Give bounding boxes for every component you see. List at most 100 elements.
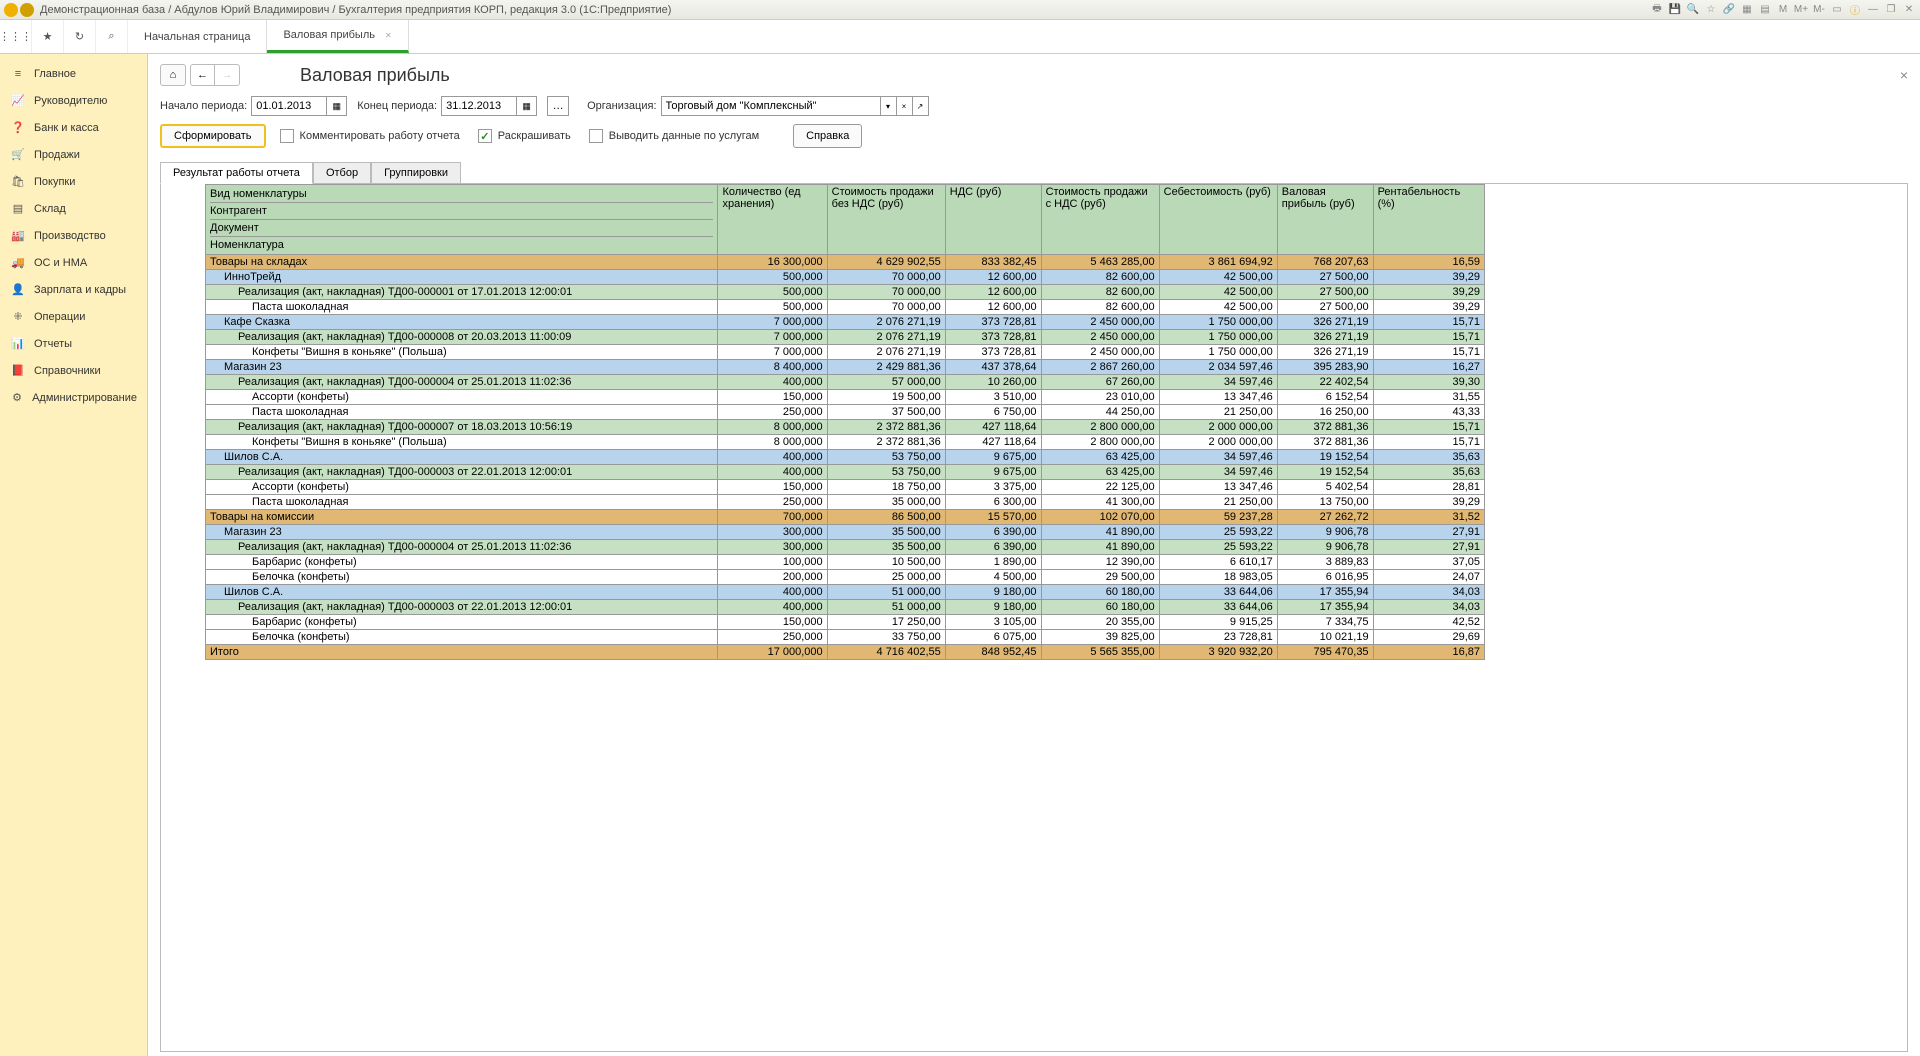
table-row[interactable]: Барбарис (конфеты)150,00017 250,003 105,… bbox=[206, 615, 1485, 630]
services-checkbox[interactable] bbox=[589, 129, 603, 143]
close-page-icon[interactable]: × bbox=[1900, 67, 1908, 83]
table-row[interactable]: Магазин 23300,00035 500,006 390,0041 890… bbox=[206, 525, 1485, 540]
page-title: Валовая прибыль bbox=[300, 65, 450, 86]
table-row[interactable]: Кафе Сказка7 000,0002 076 271,19373 728,… bbox=[206, 315, 1485, 330]
table-row[interactable]: Реализация (акт, накладная) ТД00-000004 … bbox=[206, 375, 1485, 390]
search-icon[interactable]: 🔍 bbox=[1686, 3, 1700, 17]
table-row[interactable]: Реализация (акт, накладная) ТД00-000004 … bbox=[206, 540, 1485, 555]
report-area[interactable]: Вид номенклатуры Контрагент Документ Ном… bbox=[160, 183, 1908, 1052]
table-row[interactable]: Конфеты "Вишня в коньяке" (Польша)8 000,… bbox=[206, 435, 1485, 450]
table-row[interactable]: Барбарис (конфеты)100,00010 500,001 890,… bbox=[206, 555, 1485, 570]
back-button[interactable]: ← bbox=[191, 65, 215, 85]
link-icon[interactable]: 🔗 bbox=[1722, 3, 1736, 17]
sidebar-item-hr[interactable]: 👤Зарплата и кадры bbox=[0, 276, 147, 303]
sidebar-item-sales[interactable]: 🛒Продажи bbox=[0, 141, 147, 168]
sidebar-item-reports[interactable]: 📊Отчеты bbox=[0, 330, 147, 357]
search-tab-icon[interactable]: ⌕ bbox=[96, 20, 128, 53]
table-row[interactable]: Паста шоколадная250,00037 500,006 750,00… bbox=[206, 405, 1485, 420]
hdr-val: Валовая прибыль (руб) bbox=[1277, 185, 1373, 255]
table-row[interactable]: Белочка (конфеты)200,00025 000,004 500,0… bbox=[206, 570, 1485, 585]
table-row[interactable]: Реализация (акт, накладная) ТД00-000003 … bbox=[206, 465, 1485, 480]
maximize-icon[interactable]: ❐ bbox=[1884, 3, 1898, 17]
sidebar: ≡Главное 📈Руководителю ❓Банк и касса 🛒Пр… bbox=[0, 54, 148, 1056]
end-period-label: Конец периода: bbox=[357, 100, 437, 112]
window-icon[interactable]: ▭ bbox=[1830, 3, 1844, 17]
end-period-input[interactable] bbox=[441, 96, 517, 116]
table-row[interactable]: Реализация (акт, накладная) ТД00-000007 … bbox=[206, 420, 1485, 435]
calc-icon[interactable]: ▦ bbox=[1740, 3, 1754, 17]
home-button[interactable]: ⌂ bbox=[160, 64, 186, 86]
sidebar-item-buy[interactable]: 🛍Покупки bbox=[0, 168, 147, 195]
m-icon[interactable]: M bbox=[1776, 3, 1790, 17]
calendar-icon[interactable]: ▤ bbox=[1758, 3, 1772, 17]
hdr-costnds: Стоимость продажи с НДС (руб) bbox=[1041, 185, 1159, 255]
print-icon[interactable]: 🖶 bbox=[1650, 3, 1664, 17]
ops-icon: ⁜ bbox=[10, 310, 26, 323]
sidebar-item-production[interactable]: 🏭Производство bbox=[0, 222, 147, 249]
tab-gross-profit[interactable]: Валовая прибыль✕ bbox=[267, 20, 408, 53]
bank-icon: ❓ bbox=[10, 121, 26, 134]
start-period-label: Начало периода: bbox=[160, 100, 247, 112]
minimize-icon[interactable]: — bbox=[1866, 3, 1880, 17]
app-dropdown-icon[interactable] bbox=[20, 3, 34, 17]
info-icon[interactable]: ⓘ bbox=[1848, 3, 1862, 17]
start-period-input[interactable] bbox=[251, 96, 327, 116]
end-calendar-icon[interactable]: ▦ bbox=[517, 96, 537, 116]
table-row[interactable]: Ассорти (конфеты)150,00019 500,003 510,0… bbox=[206, 390, 1485, 405]
help-button[interactable]: Справка bbox=[793, 124, 862, 148]
sidebar-item-bank[interactable]: ❓Банк и касса bbox=[0, 114, 147, 141]
table-row[interactable]: Реализация (акт, накладная) ТД00-000001 … bbox=[206, 285, 1485, 300]
chart-icon: 📈 bbox=[10, 94, 26, 107]
actions-row: Сформировать Комментировать работу отчет… bbox=[160, 124, 1908, 148]
mminus-icon[interactable]: M- bbox=[1812, 3, 1826, 17]
sidebar-item-stock[interactable]: ▤Склад bbox=[0, 195, 147, 222]
comment-label: Комментировать работу отчета bbox=[300, 130, 460, 142]
table-row[interactable]: Товары на складах16 300,0004 629 902,558… bbox=[206, 255, 1485, 270]
tab-close-icon[interactable]: ✕ bbox=[385, 31, 392, 40]
table-row[interactable]: Паста шоколадная250,00035 000,006 300,00… bbox=[206, 495, 1485, 510]
sidebar-item-refs[interactable]: 📕Справочники bbox=[0, 357, 147, 384]
basket-icon: 🛍 bbox=[10, 175, 26, 188]
close-window-icon[interactable]: ✕ bbox=[1902, 3, 1916, 17]
star-icon[interactable]: ☆ bbox=[1704, 3, 1718, 17]
history-icon[interactable]: ↻ bbox=[64, 20, 96, 53]
mplus-icon[interactable]: M+ bbox=[1794, 3, 1808, 17]
subtab-filter[interactable]: Отбор bbox=[313, 162, 371, 184]
table-row[interactable]: Белочка (конфеты)250,00033 750,006 075,0… bbox=[206, 630, 1485, 645]
table-row[interactable]: Реализация (акт, накладная) ТД00-000003 … bbox=[206, 600, 1485, 615]
org-input[interactable] bbox=[661, 96, 881, 116]
cart-icon: 🛒 bbox=[10, 148, 26, 161]
table-row[interactable]: Паста шоколадная500,00070 000,0012 600,0… bbox=[206, 300, 1485, 315]
sidebar-item-ops[interactable]: ⁜Операции bbox=[0, 303, 147, 330]
sidebar-item-assets[interactable]: 🚚ОС и НМА bbox=[0, 249, 147, 276]
table-row[interactable]: Конфеты "Вишня в коньяке" (Польша)7 000,… bbox=[206, 345, 1485, 360]
org-dropdown-icon[interactable]: ▾ bbox=[881, 96, 897, 116]
start-calendar-icon[interactable]: ▦ bbox=[327, 96, 347, 116]
save-icon[interactable]: 💾 bbox=[1668, 3, 1682, 17]
table-row[interactable]: Ассорти (конфеты)150,00018 750,003 375,0… bbox=[206, 480, 1485, 495]
comment-checkbox[interactable] bbox=[280, 129, 294, 143]
gear-icon: ⚙ bbox=[10, 391, 24, 404]
apps-icon[interactable]: ⋮⋮⋮ bbox=[0, 20, 32, 53]
table-row[interactable]: Шилов С.А.400,00051 000,009 180,0060 180… bbox=[206, 585, 1485, 600]
period-select-button[interactable]: … bbox=[547, 96, 569, 116]
hdr-qty: Количество (ед хранения) bbox=[718, 185, 827, 255]
table-row[interactable]: Реализация (акт, накладная) ТД00-000008 … bbox=[206, 330, 1485, 345]
tab-home[interactable]: Начальная страница bbox=[128, 20, 267, 53]
subtabs: Результат работы отчета Отбор Группировк… bbox=[160, 162, 1908, 184]
color-checkbox[interactable] bbox=[478, 129, 492, 143]
org-clear-icon[interactable]: × bbox=[897, 96, 913, 116]
sidebar-item-admin[interactable]: ⚙Администрирование bbox=[0, 384, 147, 411]
table-row[interactable]: Шилов С.А.400,00053 750,009 675,0063 425… bbox=[206, 450, 1485, 465]
sidebar-item-manager[interactable]: 📈Руководителю bbox=[0, 87, 147, 114]
subtab-group[interactable]: Группировки bbox=[371, 162, 461, 184]
form-button[interactable]: Сформировать bbox=[160, 124, 266, 148]
favorite-icon[interactable]: ★ bbox=[32, 20, 64, 53]
org-open-icon[interactable]: ↗ bbox=[913, 96, 929, 116]
forward-button[interactable]: → bbox=[215, 65, 239, 85]
table-row[interactable]: Магазин 238 400,0002 429 881,36437 378,6… bbox=[206, 360, 1485, 375]
table-row[interactable]: ИнноТрейд500,00070 000,0012 600,0082 600… bbox=[206, 270, 1485, 285]
table-row[interactable]: Товары на комиссии700,00086 500,0015 570… bbox=[206, 510, 1485, 525]
sidebar-item-main[interactable]: ≡Главное bbox=[0, 60, 147, 87]
subtab-result[interactable]: Результат работы отчета bbox=[160, 162, 313, 184]
